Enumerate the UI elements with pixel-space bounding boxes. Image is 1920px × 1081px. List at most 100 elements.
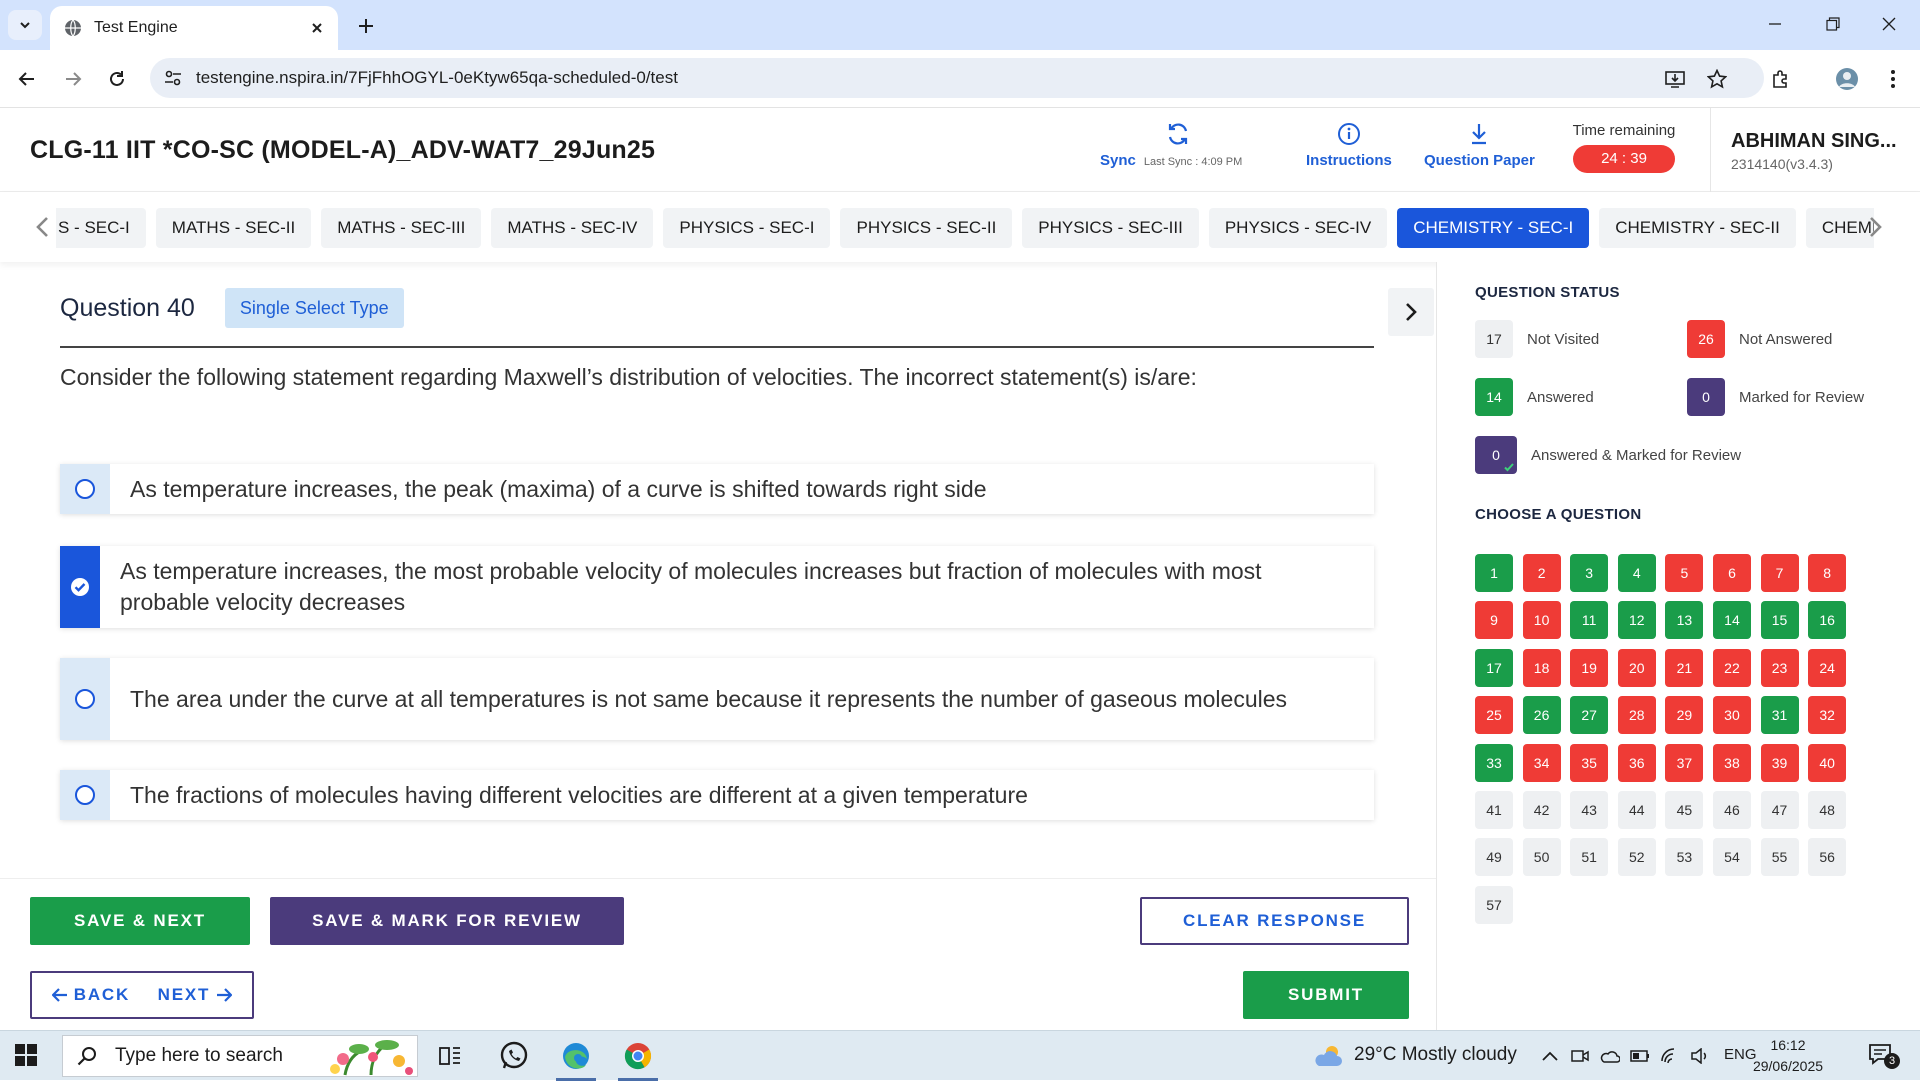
question-grid-button[interactable]: 42: [1522, 790, 1561, 829]
save-mark-review-button[interactable]: SAVE & MARK FOR REVIEW: [270, 897, 624, 945]
section-scroll-left[interactable]: [32, 214, 52, 240]
browser-tab[interactable]: Test Engine: [50, 6, 338, 50]
next-button[interactable]: NEXT: [158, 985, 233, 1005]
wifi-icon[interactable]: [1660, 1046, 1680, 1066]
question-grid-button[interactable]: 22: [1712, 648, 1751, 687]
section-tab[interactable]: MATHS - SEC-III: [321, 208, 482, 248]
question-grid-button[interactable]: 41: [1475, 790, 1513, 829]
question-grid-button[interactable]: 3: [1570, 554, 1609, 592]
sync-button[interactable]: Sync Last Sync : 4:09 PM: [1100, 122, 1242, 169]
question-grid-button[interactable]: 43: [1570, 790, 1609, 829]
question-grid-button[interactable]: 20: [1617, 648, 1656, 687]
question-grid-button[interactable]: 54: [1712, 838, 1751, 877]
browser-menu-button[interactable]: [1878, 64, 1908, 94]
notification-button[interactable]: 3: [1868, 1043, 1900, 1069]
close-window-button[interactable]: [1866, 6, 1912, 42]
section-tab[interactable]: CHEMISTRY - SEC-I: [1397, 208, 1590, 248]
question-grid-button[interactable]: 24: [1808, 648, 1847, 687]
question-grid-button[interactable]: 13: [1665, 601, 1704, 640]
question-grid-button[interactable]: 38: [1712, 743, 1751, 782]
taskbar-search[interactable]: Type here to search: [62, 1035, 418, 1077]
question-grid-button[interactable]: 48: [1808, 790, 1847, 829]
question-grid-button[interactable]: 51: [1570, 838, 1609, 877]
option-radio-area[interactable]: [60, 546, 100, 628]
question-grid-button[interactable]: 16: [1808, 601, 1847, 640]
question-grid-button[interactable]: 52: [1617, 838, 1656, 877]
back-button[interactable]: BACK: [51, 985, 130, 1005]
onedrive-icon[interactable]: [1600, 1046, 1620, 1066]
question-grid-button[interactable]: 7: [1760, 554, 1799, 592]
question-grid-button[interactable]: 27: [1570, 696, 1609, 735]
question-grid-button[interactable]: 18: [1522, 648, 1561, 687]
question-grid-button[interactable]: 25: [1475, 696, 1513, 735]
section-tab[interactable]: PHYSICS - SEC-III: [1022, 208, 1199, 248]
question-grid-button[interactable]: 47: [1760, 790, 1799, 829]
edge-button[interactable]: [548, 1036, 604, 1081]
question-grid-button[interactable]: 56: [1808, 838, 1847, 877]
question-paper-button[interactable]: Question Paper: [1424, 122, 1535, 169]
restore-button[interactable]: [1810, 6, 1856, 42]
section-tab[interactable]: MATHS - SEC-II: [155, 208, 312, 248]
question-grid-button[interactable]: 31: [1760, 696, 1799, 735]
submit-button[interactable]: SUBMIT: [1243, 971, 1409, 1019]
clock[interactable]: 16:12 29/06/2025: [1740, 1035, 1836, 1077]
question-grid-button[interactable]: 33: [1475, 743, 1513, 782]
instructions-button[interactable]: Instructions: [1306, 122, 1392, 169]
question-grid-button[interactable]: 19: [1570, 648, 1609, 687]
section-tab[interactable]: CHEMISTRY - SEC-II: [1599, 208, 1796, 248]
question-grid-button[interactable]: 32: [1808, 696, 1847, 735]
section-tab[interactable]: PHYSICS - SEC-I: [663, 208, 831, 248]
question-grid-button[interactable]: 49: [1475, 838, 1513, 877]
question-grid-button[interactable]: 21: [1665, 648, 1704, 687]
option-radio-area[interactable]: [60, 464, 110, 514]
extensions-button[interactable]: [1766, 64, 1796, 94]
back-nav-button[interactable]: [12, 64, 42, 94]
question-grid-button[interactable]: 55: [1760, 838, 1799, 877]
question-grid-button[interactable]: 39: [1760, 743, 1799, 782]
question-grid-button[interactable]: 1: [1475, 554, 1513, 592]
clear-response-button[interactable]: CLEAR RESPONSE: [1140, 897, 1409, 945]
section-tab[interactable]: MATHS - SEC-IV: [491, 208, 654, 248]
question-grid-button[interactable]: 10: [1522, 601, 1561, 640]
option-1[interactable]: As temperature increases, the peak (maxi…: [60, 464, 1374, 514]
option-radio-area[interactable]: [60, 770, 110, 820]
section-tab[interactable]: PHYSICS - SEC-IV: [1208, 208, 1388, 248]
question-grid-button[interactable]: 17: [1475, 648, 1513, 687]
address-bar[interactable]: testengine.nspira.in/7FjFhhOGYL-0eKtyw65…: [150, 58, 1764, 98]
question-grid-button[interactable]: 4: [1617, 554, 1656, 592]
next-question-arrow-button[interactable]: [1388, 288, 1434, 336]
option-4[interactable]: The fractions of molecules having differ…: [60, 770, 1374, 820]
volume-icon[interactable]: [1690, 1046, 1710, 1066]
install-app-button[interactable]: [1660, 64, 1690, 94]
question-grid-button[interactable]: 36: [1617, 743, 1656, 782]
question-grid-button[interactable]: 46: [1712, 790, 1751, 829]
question-grid-button[interactable]: 37: [1665, 743, 1704, 782]
section-scroll-right[interactable]: [1866, 214, 1886, 240]
option-3[interactable]: The area under the curve at all temperat…: [60, 658, 1374, 740]
question-grid-button[interactable]: 26: [1522, 696, 1561, 735]
tab-search-button[interactable]: [8, 10, 42, 40]
question-grid-button[interactable]: 8: [1808, 554, 1847, 592]
question-grid-button[interactable]: 40: [1808, 743, 1847, 782]
weather-text[interactable]: 29°C Mostly cloudy: [1354, 1044, 1517, 1066]
whatsapp-button[interactable]: [486, 1036, 542, 1076]
question-grid-button[interactable]: 11: [1570, 601, 1609, 640]
option-radio-area[interactable]: [60, 658, 110, 740]
question-grid-button[interactable]: 53: [1665, 838, 1704, 877]
question-grid-button[interactable]: 28: [1617, 696, 1656, 735]
save-next-button[interactable]: SAVE & NEXT: [30, 897, 250, 945]
forward-nav-button[interactable]: [58, 64, 88, 94]
meet-now-icon[interactable]: [1570, 1046, 1590, 1066]
question-grid-button[interactable]: 23: [1760, 648, 1799, 687]
new-tab-button[interactable]: [352, 12, 380, 40]
start-button[interactable]: [14, 1043, 38, 1067]
section-tab[interactable]: S - SEC-I: [56, 208, 146, 248]
question-grid-button[interactable]: 14: [1712, 601, 1751, 640]
bookmark-button[interactable]: [1702, 64, 1732, 94]
chevron-up-icon[interactable]: [1540, 1046, 1560, 1066]
section-tab[interactable]: CHEMISTRY - SEC-III: [1805, 208, 1874, 248]
question-grid-button[interactable]: 12: [1617, 601, 1656, 640]
question-grid-button[interactable]: 30: [1712, 696, 1751, 735]
reload-button[interactable]: [102, 64, 132, 94]
battery-icon[interactable]: [1630, 1046, 1650, 1066]
